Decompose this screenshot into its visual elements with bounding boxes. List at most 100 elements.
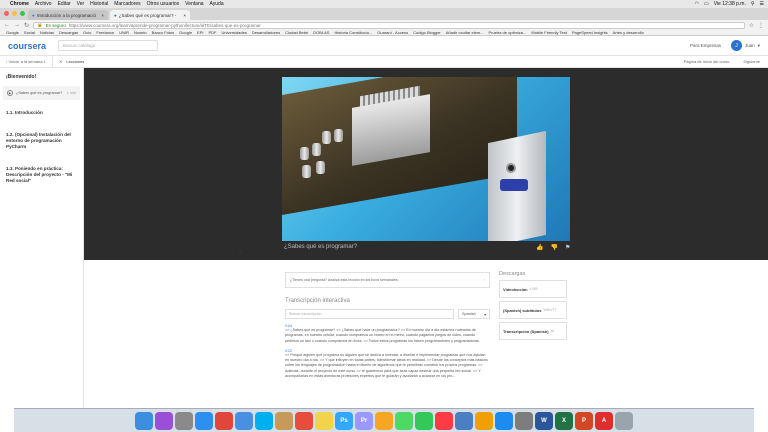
transcript-paragraph[interactable]: 0:04 >> ¿Sabes qué es programar? >> ¿Sab… <box>285 324 490 344</box>
sidebar-item-instalacion[interactable]: 1.2. (Opcional) Instalación del entorno … <box>0 126 83 154</box>
preview-icon[interactable] <box>455 411 473 430</box>
lessons-toggle[interactable]: ✕ Lecciones <box>52 56 84 67</box>
reload-icon[interactable]: ↻ <box>24 22 29 29</box>
close-tab-icon[interactable]: × <box>101 13 104 18</box>
menu-ver[interactable]: Ver <box>77 1 85 7</box>
thumbs-up-icon[interactable]: 👍 <box>536 244 543 251</box>
minimize-window-icon[interactable] <box>12 11 17 16</box>
download-video[interactable]: Videolección 4 MB <box>499 280 567 298</box>
battery-icon[interactable]: ▭ <box>704 1 709 7</box>
chrome-icon[interactable] <box>215 411 233 430</box>
back-arrow-icon[interactable]: ← <box>4 22 10 28</box>
menu-editar[interactable]: Editar <box>58 1 71 7</box>
bookmark-item[interactable]: Ocio <box>83 30 91 35</box>
sidebar-current-lesson[interactable]: ▶ ¿Sabes qué es programar? 1 min <box>3 86 80 100</box>
notification-center-icon[interactable]: ☰ <box>760 1 764 7</box>
finder-icon[interactable] <box>135 411 153 430</box>
close-tab-icon[interactable]: × <box>183 13 186 18</box>
catalog-search-input[interactable]: Buscar catálogo <box>58 40 159 51</box>
forum-question-box[interactable]: ¿Tienes una pregunta? Analiza esta lecci… <box>285 272 490 288</box>
bookmark-item[interactable]: Añadir ocultar elem... <box>446 30 484 35</box>
contacts-icon[interactable] <box>275 411 293 430</box>
back-to-week-link[interactable]: ‹ Volver a la semana 1 <box>0 59 52 64</box>
sidebar-item-proyecto[interactable]: 1.3. Poniendo en práctica: Descripción d… <box>0 160 83 188</box>
launchpad-icon[interactable] <box>175 411 193 430</box>
bookmark-item[interactable]: Historia Constitucio... <box>334 30 372 35</box>
trash-icon[interactable] <box>615 411 633 430</box>
zoom-window-icon[interactable] <box>20 11 25 16</box>
word-icon[interactable]: W <box>535 411 553 430</box>
menu-ayuda[interactable]: Ayuda <box>210 1 224 7</box>
bookmark-item[interactable]: PDF <box>209 30 217 35</box>
bookmark-item[interactable]: Mobile Friendly Test <box>531 30 567 35</box>
bookmark-item[interactable]: Noticias <box>40 30 54 35</box>
sidebar-item-introduccion[interactable]: 1.1. Introducción <box>0 104 83 120</box>
bookmark-item[interactable]: DOBLAS <box>313 30 329 35</box>
enterprise-link[interactable]: Para Empresas <box>690 43 721 48</box>
flag-icon[interactable]: ⚑ <box>565 244 570 251</box>
bookmark-item[interactable]: Desarrolladores <box>252 30 280 35</box>
bookmark-item[interactable]: Ciudad Bebé <box>285 30 308 35</box>
system-preferences-icon[interactable] <box>515 411 533 430</box>
siri-icon[interactable] <box>155 411 173 430</box>
menu-otros-usuarios[interactable]: Otros usuarios <box>147 1 180 7</box>
menu-ventana[interactable]: Ventana <box>185 1 203 7</box>
clock[interactable]: Vie 12:38 p.m. <box>714 1 746 7</box>
bookmark-item[interactable]: Universidades <box>222 30 247 35</box>
transcript-search-input[interactable]: Buscar transcripción <box>285 309 454 319</box>
photos-icon[interactable] <box>375 411 393 430</box>
next-link[interactable]: Siguiente <box>743 59 760 64</box>
transcript-paragraph[interactable]: 0:22 >> Porque alguien que programa es a… <box>285 349 490 379</box>
coursera-logo[interactable]: coursera <box>8 41 46 51</box>
download-subtitles[interactable]: (Spanish) subtítulos WebVTT <box>499 301 567 319</box>
powerpoint-icon[interactable]: P <box>575 411 593 430</box>
bookmark-item[interactable]: Social <box>24 30 35 35</box>
photoshop-icon[interactable]: Ps <box>335 411 353 430</box>
app-store-icon[interactable] <box>495 411 513 430</box>
bookmark-item[interactable]: Guaraní - Acceso <box>377 30 408 35</box>
notes-icon[interactable] <box>315 411 333 430</box>
menu-marcadores[interactable]: Marcadores <box>114 1 140 7</box>
menu-historial[interactable]: Historial <box>90 1 108 7</box>
bookmark-item[interactable]: EPI <box>197 30 203 35</box>
wifi-icon[interactable]: ◠ <box>695 1 699 7</box>
spotlight-icon[interactable]: ⚲ <box>751 1 755 7</box>
bookmark-item[interactable]: Google <box>6 30 19 35</box>
forward-arrow-icon[interactable]: → <box>14 22 20 28</box>
user-menu[interactable]: J Juan ▾ <box>730 40 760 51</box>
bookmark-item[interactable]: UNIR <box>119 30 129 35</box>
bookmark-item[interactable]: Artes y desarrollo <box>613 30 644 35</box>
bookmark-item[interactable]: PageSpeed Insights <box>572 30 608 35</box>
transcript-language-select[interactable]: Spanish ▾ <box>458 309 490 319</box>
premiere-icon[interactable]: Pr <box>355 411 373 430</box>
bookmark-item[interactable]: Google <box>179 30 192 35</box>
menu-archivo[interactable]: Archivo <box>35 1 52 7</box>
bookmark-item[interactable]: Descargas <box>59 30 78 35</box>
close-window-icon[interactable] <box>4 11 9 16</box>
course-home-link[interactable]: Página de inicio del curso <box>684 59 730 64</box>
excel-icon[interactable]: X <box>555 411 573 430</box>
safari-icon[interactable] <box>195 411 213 430</box>
menu-chrome[interactable]: Chrome <box>10 1 29 7</box>
mail-icon[interactable] <box>235 411 253 430</box>
bookmark-item[interactable]: Prueba de optimiza... <box>489 30 527 35</box>
video-player[interactable] <box>282 77 570 241</box>
bookmark-item[interactable]: Banco Fotos <box>152 30 174 35</box>
bookmark-item[interactable]: Freelance <box>96 30 114 35</box>
bookmark-item[interactable]: Noseto <box>134 30 147 35</box>
thumbs-down-icon[interactable]: 👎 <box>550 244 557 251</box>
facetime-icon[interactable] <box>415 411 433 430</box>
browser-tab-active[interactable]: ● ¿Sabes qué es programar? - × <box>110 10 190 20</box>
star-icon[interactable]: ☆ <box>749 22 754 29</box>
messages-icon[interactable] <box>395 411 413 430</box>
calendar-icon[interactable] <box>295 411 313 430</box>
browser-tab[interactable]: ● Introducción a la programació × <box>28 10 108 20</box>
download-transcript[interactable]: Transcripción (Spanish) txt <box>499 322 567 340</box>
address-bar[interactable]: 🔒 Es seguro https://www.coursera.org/lea… <box>33 21 745 29</box>
itunes-icon[interactable] <box>435 411 453 430</box>
skype-icon[interactable] <box>255 411 273 430</box>
menu-dots-icon[interactable]: ⋮ <box>758 22 764 29</box>
bookmark-item[interactable]: Código Blogger <box>413 30 441 35</box>
acrobat-icon[interactable]: A <box>595 411 613 430</box>
ibooks-icon[interactable] <box>475 411 493 430</box>
